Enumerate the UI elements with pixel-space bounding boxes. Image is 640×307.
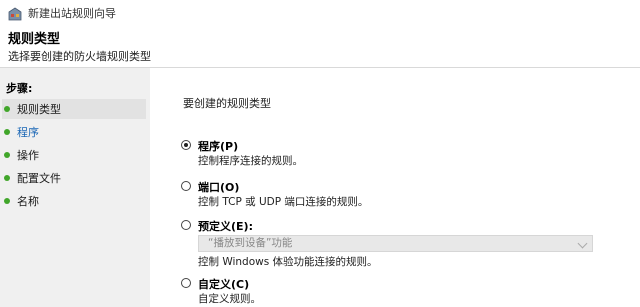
radio-port[interactable]: [181, 181, 191, 191]
step-dot-icon: [4, 175, 10, 181]
rule-type-prompt: 要创建的规则类型: [183, 97, 271, 110]
step-label: 名称: [17, 195, 39, 208]
steps-heading: 步骤:: [6, 82, 33, 95]
step-name[interactable]: 名称: [2, 191, 146, 211]
step-dot-icon: [4, 198, 10, 204]
predefined-select[interactable]: “播放到设备”功能: [198, 235, 593, 252]
step-rule-type[interactable]: 规则类型: [2, 99, 146, 119]
page-header: 规则类型 选择要创建的防火墙规则类型: [0, 26, 640, 68]
step-profile[interactable]: 配置文件: [2, 168, 146, 188]
step-dot-icon: [4, 129, 10, 135]
page-title: 规则类型: [8, 32, 61, 47]
step-label: 程序: [17, 126, 39, 139]
radio-custom[interactable]: [181, 278, 191, 288]
option-description: 控制 Windows 体验功能连接的规则。: [198, 256, 378, 268]
option-description: 控制程序连接的规则。: [198, 155, 303, 167]
chevron-down-icon: [577, 238, 588, 249]
predefined-select-value: “播放到设备”功能: [208, 237, 293, 249]
main-content: 要创建的规则类型 程序(P) 控制程序连接的规则。 端口(O) 控制 TCP 或…: [150, 68, 640, 307]
firewall-app-icon: [8, 6, 22, 21]
page-subtitle: 选择要创建的防火墙规则类型: [8, 50, 151, 63]
option-label[interactable]: 程序(P): [198, 138, 238, 154]
option-label[interactable]: 自定义(C): [198, 276, 249, 292]
title-bar: 新建出站规则向导: [0, 0, 640, 26]
step-label: 操作: [17, 149, 39, 162]
step-label: 配置文件: [17, 172, 61, 185]
step-program[interactable]: 程序: [2, 122, 146, 142]
step-action[interactable]: 操作: [2, 145, 146, 165]
radio-predefined[interactable]: [181, 220, 191, 230]
step-dot-icon: [4, 152, 10, 158]
option-description: 控制 TCP 或 UDP 端口连接的规则。: [198, 196, 369, 208]
window-title: 新建出站规则向导: [28, 7, 116, 20]
option-label[interactable]: 端口(O): [198, 179, 239, 195]
radio-program[interactable]: [181, 140, 191, 150]
option-description: 自定义规则。: [198, 293, 261, 305]
option-label[interactable]: 预定义(E):: [198, 218, 253, 234]
step-label: 规则类型: [17, 103, 61, 116]
steps-sidebar: 步骤: 规则类型 程序 操作 配置文件 名称: [0, 68, 150, 307]
step-dot-icon: [4, 106, 10, 112]
